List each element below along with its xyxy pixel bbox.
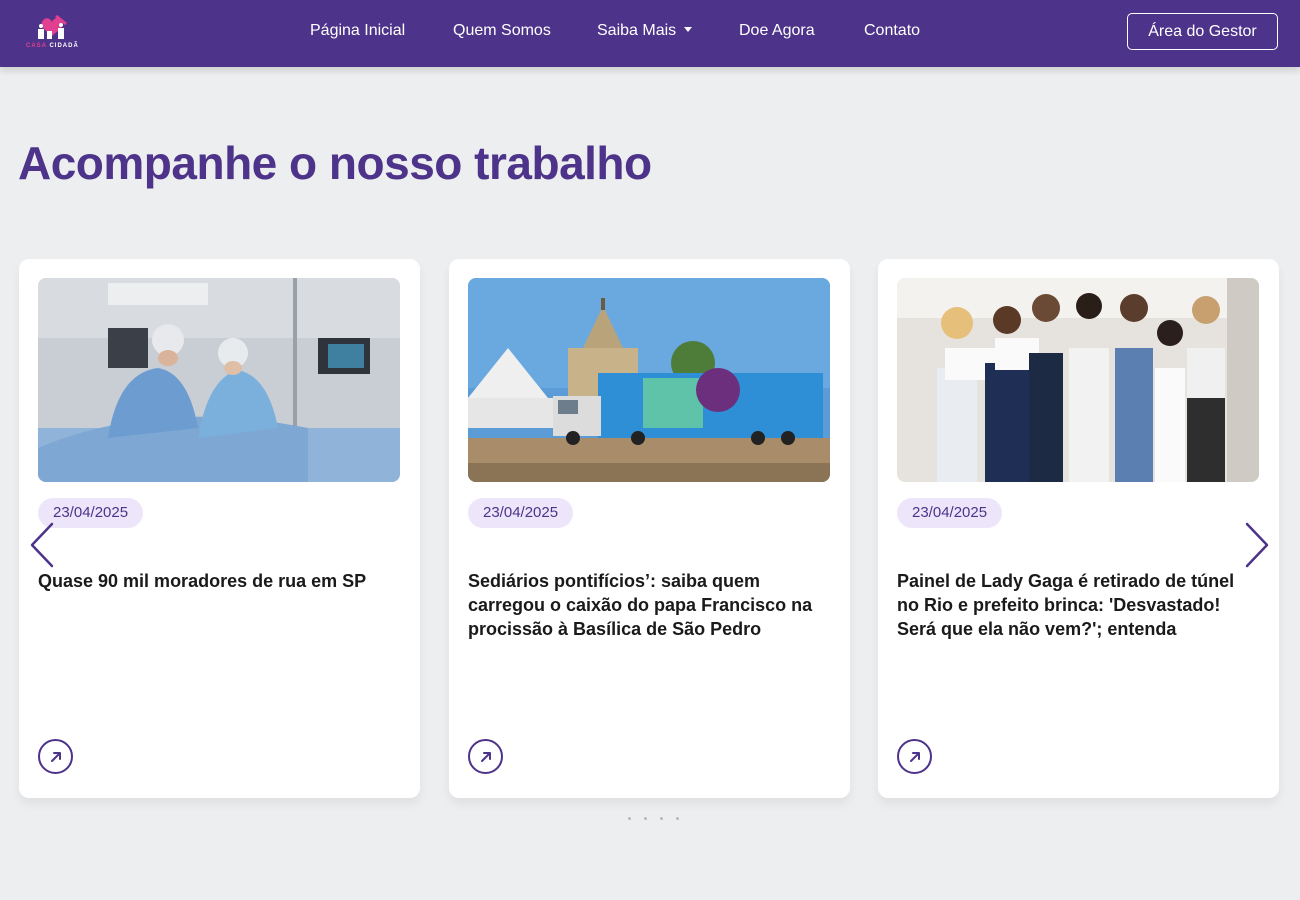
news-card[interactable]: 23/04/2025 Painel de Lady Gaga é retirad… (878, 259, 1279, 798)
card-title[interactable]: Sediários pontifícios’: saiba quem carre… (468, 569, 830, 641)
logo-text-pink: CASA (26, 43, 47, 49)
chevron-left-icon (30, 522, 54, 568)
area-do-gestor-button[interactable]: Área do Gestor (1127, 13, 1278, 50)
logo-caption: CASA CIDADÃ (26, 43, 84, 49)
card-link-button[interactable] (38, 739, 73, 774)
surgery-photo[interactable] (38, 278, 400, 482)
carousel-pagination (628, 817, 688, 823)
mobile-clinic-truck-photo[interactable] (468, 278, 830, 482)
nav-doe-agora[interactable]: Doe Agora (739, 20, 815, 42)
chevron-right-icon (1245, 522, 1269, 568)
caret-down-icon (684, 27, 693, 32)
carousel-prev-button[interactable] (28, 520, 58, 570)
carousel-dot[interactable] (628, 817, 631, 820)
nav-contato[interactable]: Contato (864, 20, 920, 42)
arrow-up-right-icon (50, 751, 61, 762)
logo-text-white: CIDADÃ (49, 43, 79, 49)
navbar: CASA CIDADÃ Página Inicial Quem Somos Sa… (0, 0, 1300, 67)
carousel-dot[interactable] (644, 817, 647, 820)
card-title[interactable]: Quase 90 mil moradores de rua em SP (38, 569, 400, 593)
date-badge: 23/04/2025 (468, 498, 574, 528)
card-link-button[interactable] (468, 739, 503, 774)
logo-icon (38, 14, 67, 39)
arrow-up-right-icon (909, 751, 920, 762)
group-certificate-photo[interactable] (897, 278, 1259, 482)
logo[interactable]: CASA CIDADÃ (26, 12, 84, 52)
section-title: Acompanhe o nosso trabalho (18, 137, 652, 189)
nav-saiba-mais-label: Saiba Mais (597, 22, 677, 39)
nav-saiba-mais-dropdown[interactable]: Saiba Mais (597, 20, 693, 42)
arrow-up-right-icon (480, 751, 491, 762)
news-card[interactable]: 23/04/2025 Sediários pontifícios’: saiba… (449, 259, 850, 798)
card-title[interactable]: Painel de Lady Gaga é retirado de túnel … (897, 569, 1259, 641)
carousel-next-button[interactable] (1241, 520, 1271, 570)
date-badge: 23/04/2025 (897, 498, 1003, 528)
nav-quem-somos[interactable]: Quem Somos (453, 20, 551, 42)
carousel-dot[interactable] (676, 817, 679, 820)
nav-pagina-inicial[interactable]: Página Inicial (310, 20, 405, 42)
carousel-dot[interactable] (660, 817, 663, 820)
news-card[interactable]: 23/04/2025 Quase 90 mil moradores de rua… (19, 259, 420, 798)
card-link-button[interactable] (897, 739, 932, 774)
